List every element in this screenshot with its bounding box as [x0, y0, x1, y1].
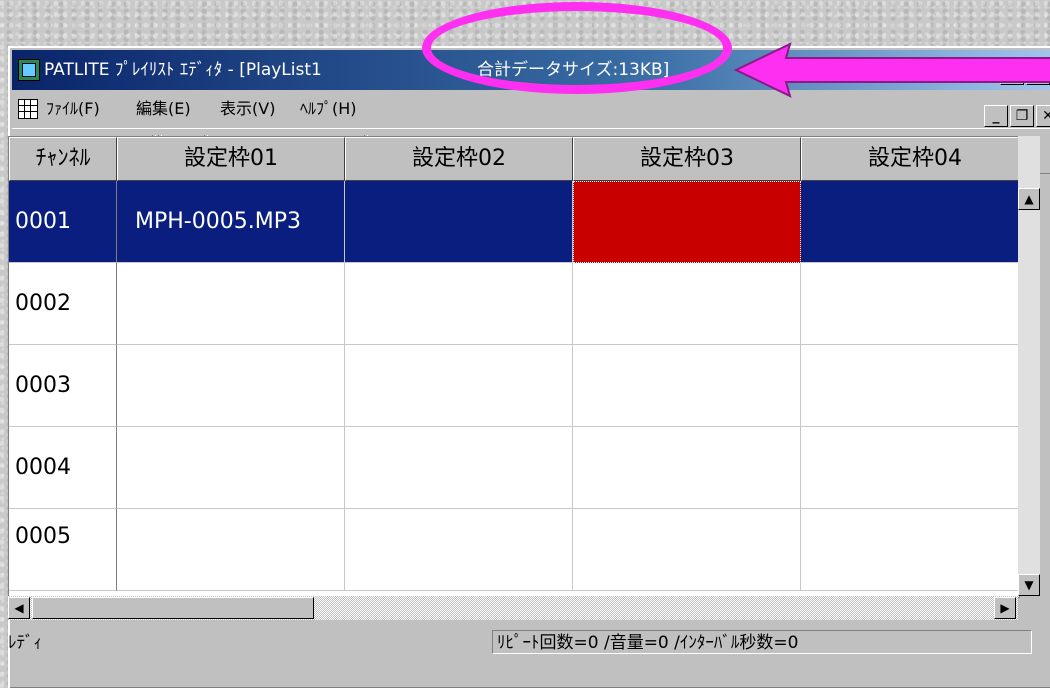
column-header-channel[interactable]: ﾁｬﾝﾈﾙ: [9, 137, 117, 181]
status-playback-info: ﾘﾋﾟｰﾄ回数=0 /音量=0 /ｲﾝﾀｰﾊﾞﾙ秒数=0: [492, 630, 1032, 654]
scroll-up-icon[interactable]: ▲: [1018, 188, 1040, 210]
table-row-channel[interactable]: 0004: [9, 427, 117, 509]
table-cell-focused[interactable]: [573, 181, 801, 263]
playlist-grid: ﾁｬﾝﾈﾙ 設定枠01 設定枠02 設定枠03 設定枠04 0001 MPH-0…: [8, 136, 1020, 598]
app-icon[interactable]: [18, 59, 40, 81]
table-cell[interactable]: [573, 427, 801, 509]
table-row-channel[interactable]: 0003: [9, 345, 117, 427]
table-cell[interactable]: [117, 427, 345, 509]
menu-edit[interactable]: 編集(E): [136, 92, 191, 126]
table-row-channel[interactable]: 0001: [9, 181, 117, 263]
window-title: PATLITE ﾌﾟﾚｲﾘｽﾄ ｴﾃﾞｨﾀ - [PlayList1: [44, 60, 322, 80]
vertical-scrollbar[interactable]: ▲ ▼: [1018, 136, 1040, 596]
horizontal-scrollbar[interactable]: ◀ ▶: [8, 596, 1018, 620]
doc-restore-button[interactable]: ❐: [1010, 105, 1034, 127]
doc-minimize-button[interactable]: _: [984, 105, 1008, 127]
column-header-slot01[interactable]: 設定枠01: [117, 137, 345, 181]
table-cell[interactable]: [801, 345, 1019, 427]
annotation-ellipse: [422, 2, 732, 94]
table-cell[interactable]: [801, 427, 1019, 509]
menu-view[interactable]: 表示(V): [220, 92, 275, 126]
column-header-slot03[interactable]: 設定枠03: [573, 137, 801, 181]
table-cell[interactable]: [117, 509, 345, 591]
table-row-channel[interactable]: 0005: [9, 509, 117, 591]
table-cell[interactable]: [801, 181, 1019, 263]
table-cell[interactable]: [345, 263, 573, 345]
menu-help[interactable]: ﾍﾙﾌﾟ(H): [300, 92, 357, 126]
scroll-down-icon[interactable]: ▼: [1018, 574, 1040, 596]
table-cell[interactable]: [345, 345, 573, 427]
table-cell[interactable]: [117, 263, 345, 345]
table-cell[interactable]: [573, 509, 801, 591]
table-cell[interactable]: [801, 509, 1019, 591]
document-window-controls: _ ❐ ✕: [982, 98, 1050, 132]
annotation-arrow-icon: [733, 42, 1050, 98]
doc-close-button[interactable]: ✕: [1036, 105, 1050, 127]
document-grid-icon[interactable]: [18, 99, 38, 119]
menu-file[interactable]: ﾌｧｲﾙ(F): [46, 92, 100, 126]
scroll-right-icon[interactable]: ▶: [994, 597, 1016, 619]
horizontal-scroll-thumb[interactable]: [32, 597, 314, 619]
table-cell[interactable]: [345, 509, 573, 591]
table-cell[interactable]: [573, 345, 801, 427]
table-cell[interactable]: [117, 345, 345, 427]
table-cell[interactable]: [345, 181, 573, 263]
status-ready-text: ﾚﾃﾞｨ: [8, 633, 42, 653]
scroll-left-icon[interactable]: ◀: [8, 597, 30, 619]
status-bar: ﾚﾃﾞｨ ﾘﾋﾟｰﾄ回数=0 /音量=0 /ｲﾝﾀｰﾊﾞﾙ秒数=0: [2, 628, 1050, 658]
table-row-channel[interactable]: 0002: [9, 263, 117, 345]
table-cell[interactable]: [345, 427, 573, 509]
column-header-slot02[interactable]: 設定枠02: [345, 137, 573, 181]
table-cell[interactable]: [573, 263, 801, 345]
table-cell[interactable]: MPH-0005.MP3: [117, 181, 345, 263]
column-header-slot04[interactable]: 設定枠04: [801, 137, 1019, 181]
table-cell[interactable]: [801, 263, 1019, 345]
